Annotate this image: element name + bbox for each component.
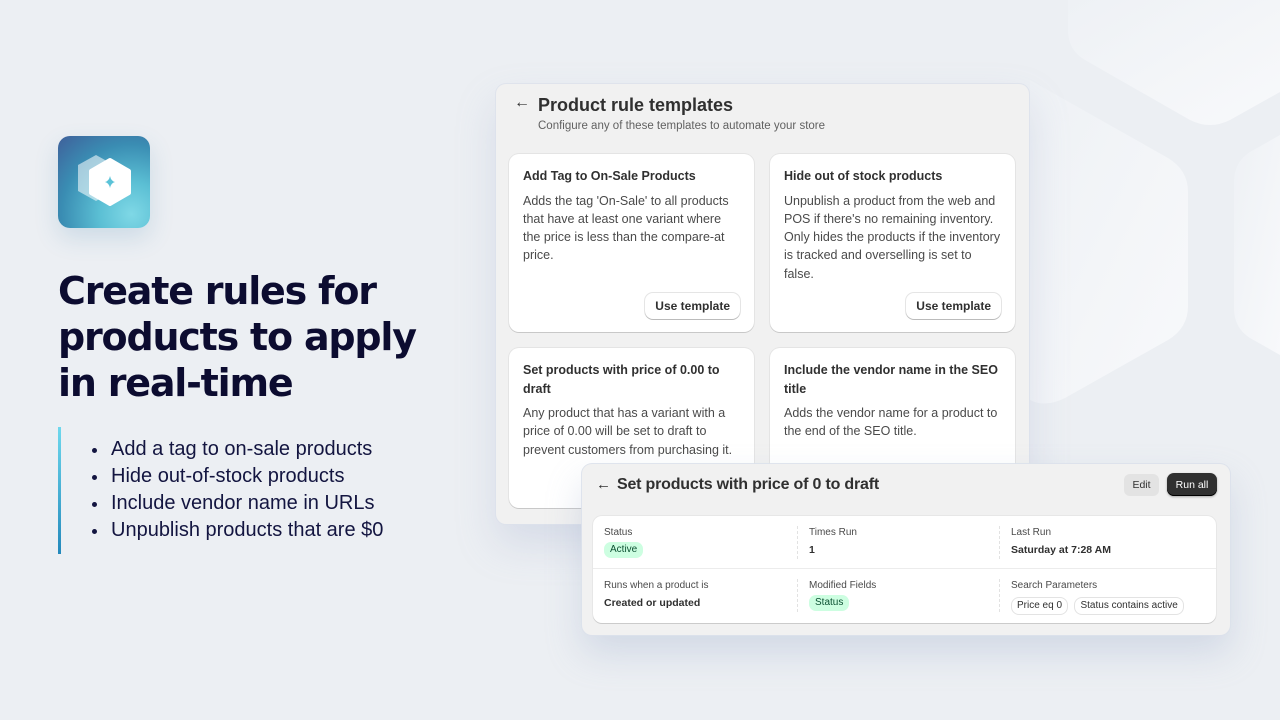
trigger-value: Created or updated bbox=[604, 597, 701, 609]
search-parameter-chips: Price eq 0 Status contains active bbox=[1011, 595, 1203, 615]
template-card-title: Hide out of stock products bbox=[784, 169, 943, 183]
back-arrow-icon[interactable]: ← bbox=[514, 94, 530, 112]
back-arrow-icon[interactable]: ← bbox=[596, 476, 611, 493]
modified-fields-label: Modified Fields bbox=[809, 580, 877, 591]
modified-fields-cell: Modified Fields Status bbox=[797, 579, 999, 612]
template-card-title: Set products with price of 0.00 to draft bbox=[523, 363, 720, 396]
use-template-button[interactable]: Use template bbox=[645, 293, 740, 319]
times-run-label: Times Run bbox=[809, 527, 857, 538]
status-badge: Active bbox=[604, 542, 644, 558]
template-card-description: Adds the tag 'On-Sale' to all products t… bbox=[523, 193, 729, 263]
rule-summary-card: Status Active Times Run 1 Last Run Satur… bbox=[593, 516, 1216, 623]
use-template-button[interactable]: Use template bbox=[906, 293, 1001, 319]
hero-title: Create rules for products to apply in re… bbox=[58, 269, 417, 405]
times-run-cell: Times Run 1 bbox=[797, 526, 999, 559]
last-run-cell: Last Run Saturday at 7:28 AM bbox=[999, 526, 1214, 559]
page-subtitle: Configure any of these templates to auto… bbox=[538, 120, 826, 132]
search-parameter-chip: Status contains active bbox=[1074, 597, 1184, 615]
feature-list-block: Add a tag to on-sale products Hide out-o… bbox=[58, 427, 438, 554]
template-card-title: Include the vendor name in the SEO title bbox=[784, 363, 998, 396]
last-run-label: Last Run bbox=[1011, 527, 1052, 538]
feature-item: Add a tag to on-sale products bbox=[89, 436, 438, 463]
trigger-label: Runs when a product is bbox=[604, 580, 709, 591]
feature-item: Include vendor name in URLs bbox=[89, 490, 438, 517]
template-card-title: Add Tag to On-Sale Products bbox=[523, 169, 696, 183]
feature-item: Hide out-of-stock products bbox=[89, 463, 438, 490]
template-card-description: Adds the vendor name for a product to th… bbox=[784, 406, 998, 439]
rule-title: Set products with price of 0 to draft bbox=[617, 476, 879, 493]
summary-row: Status Active Times Run 1 Last Run Satur… bbox=[593, 516, 1216, 569]
product-rule-templates-panel: ← Product rule templates Configure any o… bbox=[496, 84, 1029, 524]
search-parameter-chip: Price eq 0 bbox=[1011, 597, 1069, 615]
trigger-cell: Runs when a product is Created or update… bbox=[593, 569, 797, 622]
edit-button[interactable]: Edit bbox=[1124, 474, 1159, 496]
summary-row: Runs when a product is Created or update… bbox=[593, 569, 1216, 622]
template-card: Add Tag to On-Sale Products Adds the tag… bbox=[509, 154, 754, 332]
feature-list: Add a tag to on-sale products Hide out-o… bbox=[61, 427, 438, 544]
last-run-value: Saturday at 7:28 AM bbox=[1011, 544, 1111, 556]
template-card: Hide out of stock products Unpublish a p… bbox=[770, 154, 1015, 332]
times-run-value: 1 bbox=[809, 544, 815, 556]
app-logo bbox=[58, 136, 150, 228]
run-all-button[interactable]: Run all bbox=[1167, 473, 1217, 496]
rule-detail-panel: ← Set products with price of 0 to draft … bbox=[582, 464, 1230, 635]
search-parameters-label: Search Parameters bbox=[1011, 580, 1098, 591]
search-parameters-cell: Search Parameters Price eq 0 Status cont… bbox=[999, 579, 1214, 615]
hexagon-sparkle-icon bbox=[78, 155, 131, 206]
modified-field-badge: Status bbox=[809, 595, 850, 611]
template-card-description: Any product that has a variant with a pr… bbox=[523, 406, 733, 457]
status-label: Status bbox=[604, 527, 633, 538]
feature-item: Unpublish products that are $0 bbox=[89, 517, 438, 544]
status-cell: Status Active bbox=[593, 516, 797, 568]
page-title: Product rule templates bbox=[538, 95, 734, 115]
template-card-description: Unpublish a product from the web and POS… bbox=[784, 193, 1001, 281]
